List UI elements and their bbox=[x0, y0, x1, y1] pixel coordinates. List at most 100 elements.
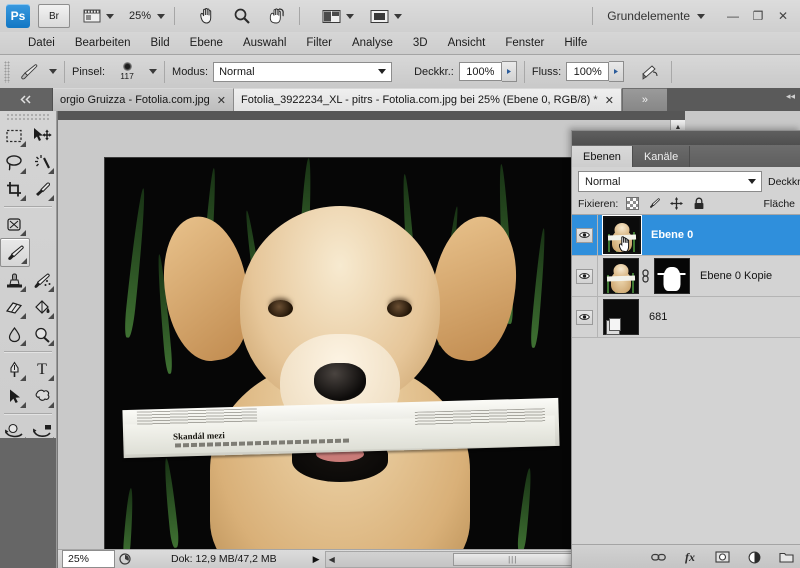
layer-style-button[interactable]: fx bbox=[682, 549, 698, 565]
tool-eyedropper[interactable] bbox=[28, 176, 56, 203]
toolbox-divider-1 bbox=[4, 206, 52, 208]
right-dock-handle[interactable]: ◂◂ bbox=[666, 88, 800, 111]
brush-caret-icon[interactable] bbox=[149, 69, 158, 74]
window-close-button[interactable]: ✕ bbox=[772, 6, 794, 26]
bridge-button[interactable]: Br bbox=[38, 4, 70, 28]
horizontal-scroll-thumb[interactable]: ||| bbox=[452, 552, 573, 566]
opacity-stepper[interactable] bbox=[501, 61, 517, 82]
folder-icon bbox=[778, 552, 794, 563]
screen-mode-button[interactable] bbox=[367, 4, 405, 28]
layer-mask-link-icon[interactable] bbox=[640, 269, 651, 283]
zoom-tool-button[interactable] bbox=[230, 4, 254, 28]
status-menu-arrow[interactable]: ▶ bbox=[313, 554, 320, 565]
tool-dodge[interactable] bbox=[28, 321, 56, 348]
menu-hilfe[interactable]: Hilfe bbox=[554, 33, 597, 53]
layer-row-ebene-0[interactable]: Ebene 0 bbox=[572, 215, 800, 256]
opacity-input[interactable]: 100% bbox=[458, 62, 502, 81]
link-layers-button[interactable] bbox=[650, 549, 666, 565]
workspace-label[interactable]: Grundelemente bbox=[607, 9, 690, 23]
mini-bridge-button[interactable] bbox=[80, 4, 117, 28]
document-tab-1-close-icon[interactable]: ✕ bbox=[217, 94, 226, 107]
document-tab-2-close-icon[interactable]: ✕ bbox=[605, 94, 614, 107]
tool-type[interactable]: T bbox=[28, 356, 56, 383]
new-group-button[interactable] bbox=[778, 549, 794, 565]
lock-position-button[interactable] bbox=[670, 197, 684, 210]
tool-move[interactable] bbox=[28, 122, 56, 149]
layer-visibility-cell-2[interactable] bbox=[572, 256, 598, 296]
eye-icon-1[interactable] bbox=[576, 227, 593, 243]
workspace-caret-icon[interactable] bbox=[697, 13, 705, 19]
menu-filter[interactable]: Filter bbox=[296, 33, 342, 53]
window-minimize-button[interactable]: — bbox=[722, 6, 744, 26]
layer-thumbnail-1[interactable] bbox=[603, 216, 641, 254]
tool-crop[interactable] bbox=[0, 176, 28, 203]
layer-visibility-cell-3[interactable] bbox=[572, 297, 598, 337]
tool-spot-healing-brush[interactable] bbox=[0, 211, 28, 238]
hand-tool-button[interactable] bbox=[194, 4, 220, 28]
menu-bild[interactable]: Bild bbox=[140, 33, 179, 53]
layer-mask-thumbnail-2[interactable] bbox=[654, 258, 690, 294]
menu-bearbeiten[interactable]: Bearbeiten bbox=[65, 33, 141, 53]
tool-blur[interactable] bbox=[0, 321, 28, 348]
menu-datei[interactable]: Datei bbox=[18, 33, 65, 53]
adjustment-layer-button[interactable] bbox=[746, 549, 762, 565]
airbrush-toggle[interactable] bbox=[634, 60, 664, 84]
menu-fenster[interactable]: Fenster bbox=[495, 33, 554, 53]
add-layer-mask-button[interactable] bbox=[714, 549, 730, 565]
lock-transparency-button[interactable] bbox=[626, 197, 640, 210]
tool-eraser[interactable] bbox=[0, 294, 28, 321]
tab-ebenen[interactable]: Ebenen bbox=[572, 146, 633, 167]
tool-paint-bucket[interactable] bbox=[28, 294, 56, 321]
arrange-documents-button[interactable] bbox=[319, 4, 357, 28]
menu-3d[interactable]: 3D bbox=[403, 33, 438, 53]
current-tool-preview[interactable] bbox=[14, 60, 44, 84]
tool-lasso[interactable] bbox=[0, 149, 28, 176]
status-zoom-input[interactable]: 25% bbox=[62, 550, 115, 568]
collapse-panels-button[interactable] bbox=[0, 88, 53, 111]
brush-preset-picker[interactable]: 117 bbox=[110, 59, 144, 85]
lock-all-button[interactable] bbox=[692, 197, 705, 210]
chain-link-icon bbox=[642, 269, 649, 283]
blend-mode-select[interactable]: Normal bbox=[213, 61, 393, 82]
view-zoom-caret-icon[interactable] bbox=[157, 13, 166, 19]
options-bar-grip[interactable] bbox=[4, 60, 10, 83]
tool-rectangular-marquee[interactable] bbox=[0, 122, 28, 149]
menu-ansicht[interactable]: Ansicht bbox=[438, 33, 496, 53]
view-zoom-value[interactable]: 25% bbox=[129, 10, 151, 22]
tool-history-brush[interactable] bbox=[28, 267, 56, 294]
status-proxy-icon[interactable] bbox=[115, 553, 135, 565]
layer-row-ebene-0-kopie[interactable]: Ebene 0 Kopie bbox=[572, 256, 800, 297]
document-tab-2[interactable]: Fotolia_3922234_XL - pitrs - Fotolia.com… bbox=[234, 88, 622, 111]
eye-icon-2[interactable] bbox=[576, 268, 593, 284]
flow-input[interactable]: 100% bbox=[566, 62, 610, 81]
eye-glyph-3 bbox=[579, 314, 590, 320]
rotate-view-icon bbox=[269, 8, 285, 24]
tool-pen[interactable] bbox=[0, 356, 28, 383]
tool-preset-caret-icon[interactable] bbox=[49, 69, 57, 74]
layer-visibility-cell-1[interactable] bbox=[572, 215, 598, 255]
rotate-view-button[interactable] bbox=[264, 4, 290, 28]
layer-thumbnail-2[interactable] bbox=[603, 258, 639, 294]
menu-ebene[interactable]: Ebene bbox=[180, 33, 233, 53]
layer-blend-mode-select[interactable]: Normal bbox=[578, 171, 762, 192]
more-tabs-button[interactable]: » bbox=[621, 89, 667, 111]
tool-clone-stamp[interactable] bbox=[0, 267, 28, 294]
eye-icon-3[interactable] bbox=[576, 309, 593, 325]
scroll-left-arrow-icon[interactable]: ◀ bbox=[329, 555, 335, 564]
tab-kanaele[interactable]: Kanäle bbox=[632, 146, 691, 167]
flow-stepper[interactable] bbox=[609, 61, 625, 82]
menu-auswahl[interactable]: Auswahl bbox=[233, 33, 296, 53]
tool-path-selection[interactable] bbox=[0, 383, 28, 410]
document-tab-1[interactable]: orgio Gruizza - Fotolia.com.jpg ✕ bbox=[53, 88, 234, 111]
tool-brush[interactable] bbox=[0, 238, 30, 267]
layer-row-681[interactable]: 681 bbox=[572, 297, 800, 338]
tool-magic-wand[interactable] bbox=[28, 149, 56, 176]
window-restore-button[interactable]: ❐ bbox=[747, 6, 769, 26]
layer-opacity-label: Deckkraft bbox=[768, 175, 800, 188]
layers-panel-title-bar[interactable] bbox=[572, 131, 800, 145]
lock-image-button[interactable] bbox=[648, 197, 661, 210]
toolbox-grip[interactable] bbox=[6, 113, 50, 122]
menu-analyse[interactable]: Analyse bbox=[342, 33, 403, 53]
tool-custom-shape[interactable] bbox=[28, 383, 56, 410]
image-canvas[interactable]: Skandál mezi bbox=[105, 158, 575, 550]
